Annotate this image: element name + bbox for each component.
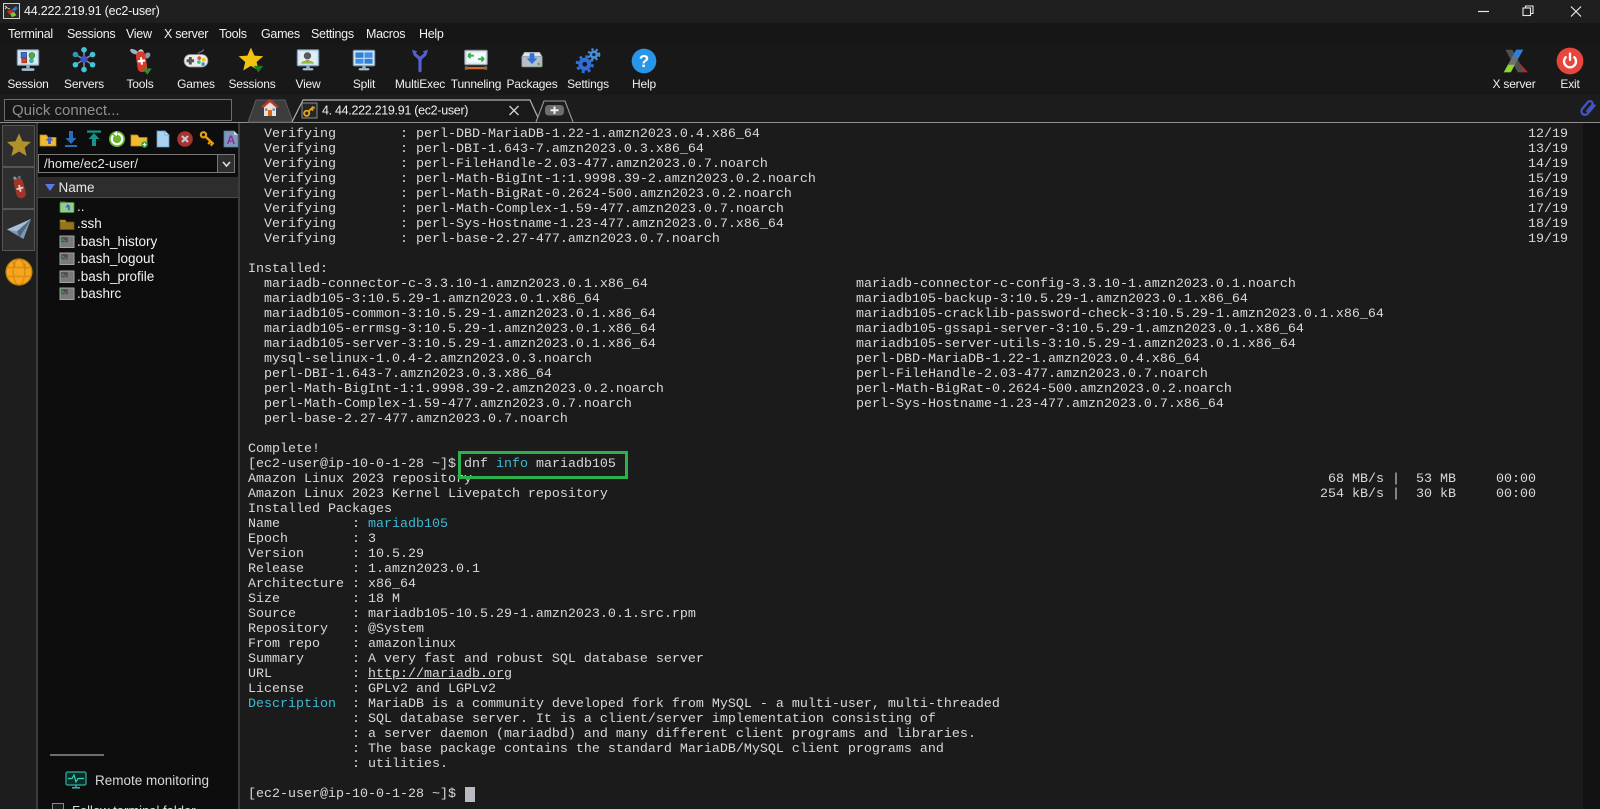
svg-text:4. 44.222.219.91 (ec2-user): 4. 44.222.219.91 (ec2-user) <box>322 104 468 118</box>
svg-text:?: ? <box>639 51 649 71</box>
svg-text:A: A <box>227 133 236 147</box>
